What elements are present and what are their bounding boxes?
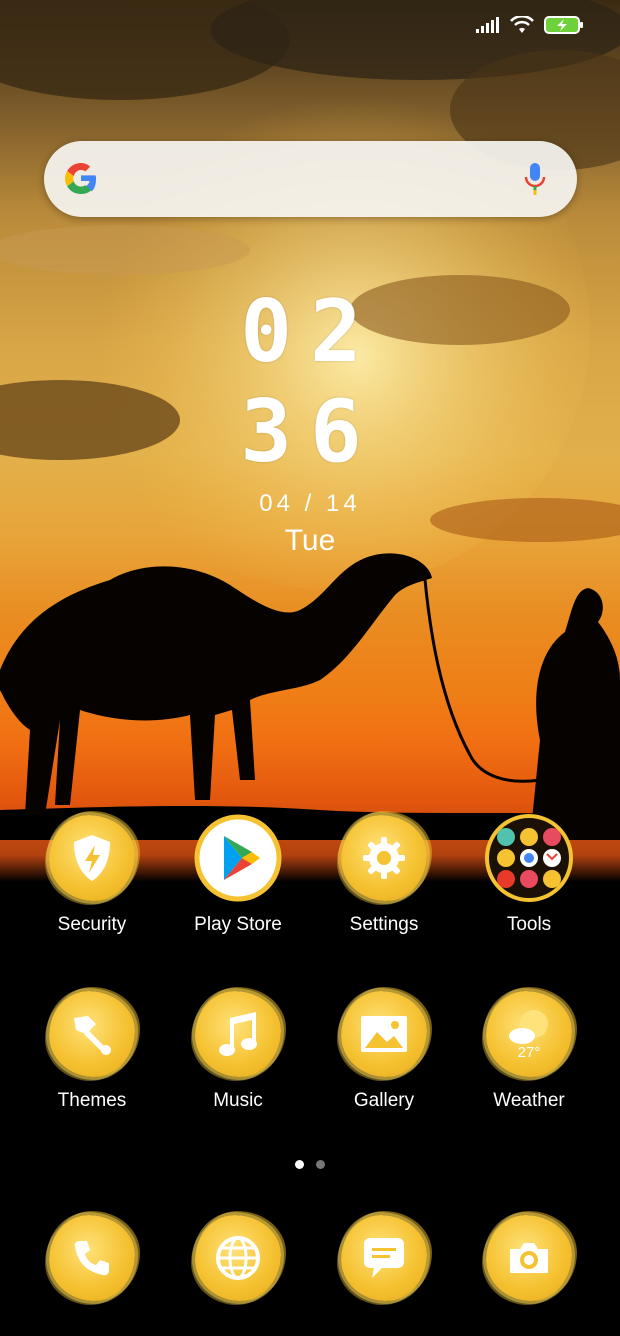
app-label: Gallery — [353, 1090, 415, 1111]
home-screen: 02 36 04 / 14 Tue Security Play Store Se… — [0, 0, 620, 1336]
dock-browser[interactable] — [168, 1212, 308, 1304]
shield-bolt-icon — [74, 835, 110, 881]
sun-cloud-icon — [509, 1009, 548, 1044]
clock-minutes[interactable]: 36 — [0, 382, 620, 482]
dock-messages[interactable] — [314, 1212, 454, 1304]
google-logo-icon — [65, 163, 96, 194]
music-note-icon — [219, 1012, 257, 1056]
signal-icon — [476, 17, 499, 33]
mic-icon[interactable] — [523, 162, 547, 196]
camel-silhouette — [0, 553, 620, 840]
app-label: Themes — [57, 1090, 127, 1111]
app-play-store[interactable]: Play Store — [168, 812, 308, 936]
app-themes[interactable]: Themes — [22, 988, 162, 1112]
wifi-icon — [510, 16, 534, 33]
app-label: Security — [57, 914, 127, 935]
app-label: Play Store — [194, 914, 282, 935]
app-security[interactable]: Security — [22, 812, 162, 936]
paintbrush-icon — [74, 1016, 111, 1055]
clock-date: 04 / 14 — [259, 490, 361, 517]
app-label: Tools — [506, 914, 552, 935]
status-bar — [476, 16, 584, 34]
app-gallery[interactable]: Gallery — [314, 988, 454, 1112]
dock-phone[interactable] — [22, 1212, 162, 1304]
app-label: Music — [213, 1090, 263, 1111]
page-dot-active[interactable] — [295, 1160, 304, 1169]
gear-icon — [363, 837, 405, 879]
app-weather[interactable]: 27° Weather — [459, 988, 599, 1112]
app-label: Weather — [493, 1090, 565, 1111]
page-indicator[interactable] — [0, 1160, 620, 1169]
app-settings[interactable]: Settings — [314, 812, 454, 936]
play-store-icon — [194, 814, 282, 902]
globe-icon — [216, 1236, 260, 1280]
dock-camera[interactable] — [459, 1212, 599, 1304]
app-label: Settings — [349, 914, 419, 935]
page-dot[interactable] — [316, 1160, 325, 1169]
weather-temp: 27° — [517, 1043, 541, 1061]
app-music[interactable]: Music — [168, 988, 308, 1112]
battery-charging-icon — [544, 16, 583, 34]
phone-icon — [74, 1241, 109, 1276]
google-search-bar[interactable] — [44, 141, 577, 217]
image-icon — [361, 1016, 407, 1052]
clock-hours[interactable]: 02 — [0, 282, 620, 382]
app-tools-folder[interactable]: Tools — [459, 812, 599, 936]
message-icon — [364, 1238, 404, 1278]
clock-day: Tue — [284, 524, 336, 557]
camera-icon — [510, 1243, 548, 1273]
tools-folder-icon — [485, 814, 573, 902]
